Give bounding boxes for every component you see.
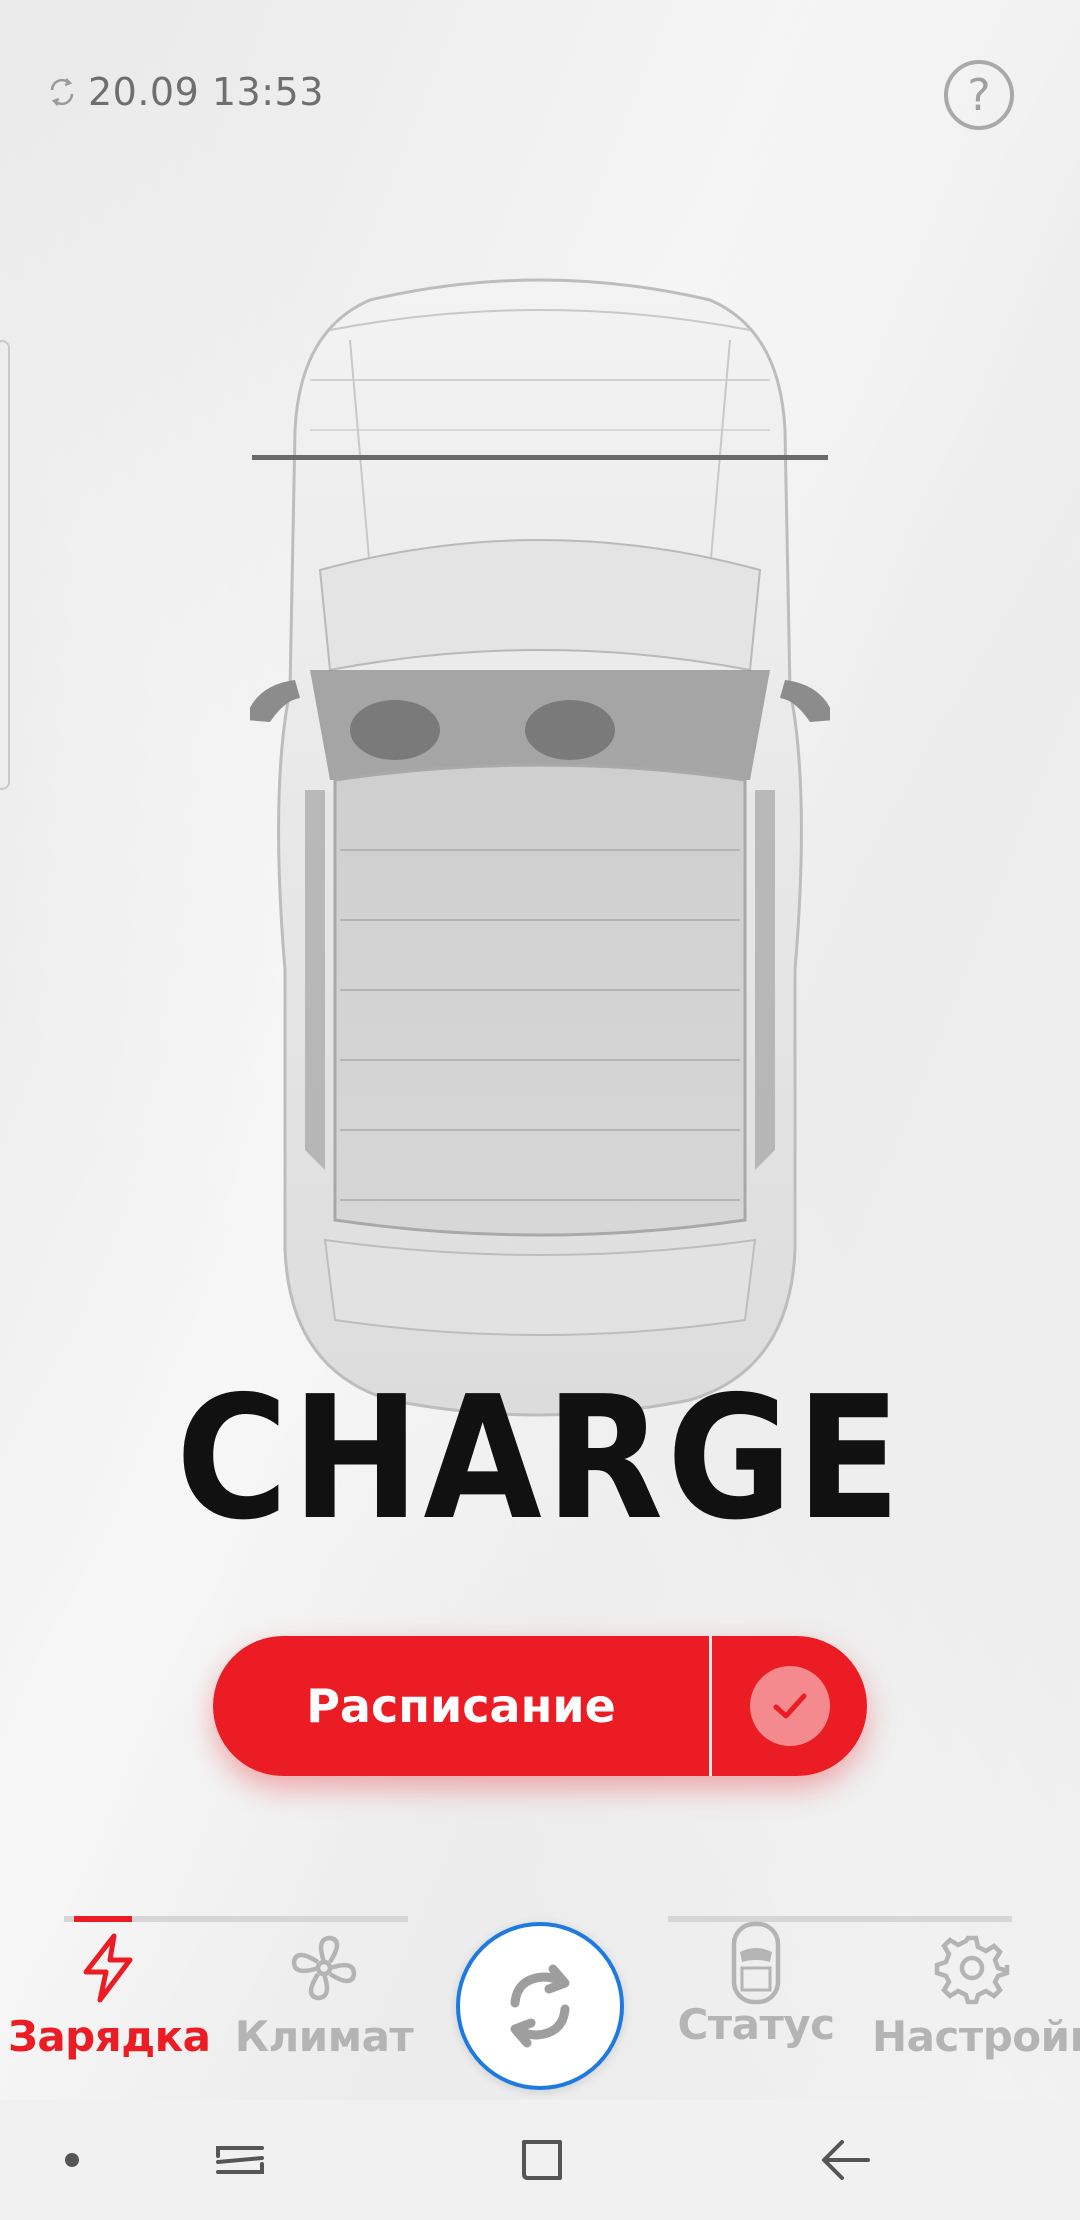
- system-navigation-bar: [0, 2100, 1080, 2220]
- page-title: CHARGE: [175, 1360, 905, 1558]
- refresh-button[interactable]: [456, 1922, 624, 2090]
- tab-climate[interactable]: Климат: [224, 1930, 424, 2061]
- back-icon[interactable]: [814, 2128, 878, 2192]
- check-icon: [749, 1666, 830, 1746]
- sync-status: 20.09 13:53: [44, 70, 324, 114]
- fan-icon: [291, 1935, 357, 2001]
- edge-panel-handle[interactable]: [0, 340, 10, 790]
- home-icon[interactable]: [510, 2128, 574, 2192]
- active-tab-indicator: [74, 1916, 132, 1922]
- lightning-icon: [83, 1933, 133, 2003]
- schedule-label: Расписание: [306, 1679, 616, 1733]
- recent-apps-icon[interactable]: [208, 2128, 272, 2192]
- tab-climate-label: Климат: [234, 2012, 414, 2061]
- schedule-toggle-button[interactable]: Расписание: [213, 1636, 867, 1776]
- tab-status-label: Статус: [677, 2000, 835, 2049]
- help-icon: ?: [967, 69, 991, 121]
- help-button[interactable]: ?: [944, 60, 1014, 130]
- tab-charging-label: Зарядка: [8, 2012, 211, 2061]
- sync-icon: [50, 78, 74, 106]
- car-top-view-image: [250, 278, 830, 1417]
- tab-charging[interactable]: Зарядка: [8, 1930, 211, 2061]
- tab-status[interactable]: Статус: [656, 1921, 856, 2049]
- tab-settings-label: Настройки: [872, 2012, 1080, 2061]
- screen: 20.09 13:53 ? CHARGE Расписание Зарядка …: [0, 0, 1080, 2220]
- divider: [709, 1636, 712, 1776]
- car-status-icon: [731, 1921, 781, 2005]
- schedule-switch[interactable]: [712, 1636, 867, 1776]
- tab-settings[interactable]: Настройки: [872, 1930, 1080, 2061]
- last-sync-time: 20.09 13:53: [88, 70, 324, 114]
- dot-icon[interactable]: [40, 2128, 104, 2192]
- refresh-icon: [510, 1964, 570, 2048]
- gear-icon: [934, 1935, 1010, 2005]
